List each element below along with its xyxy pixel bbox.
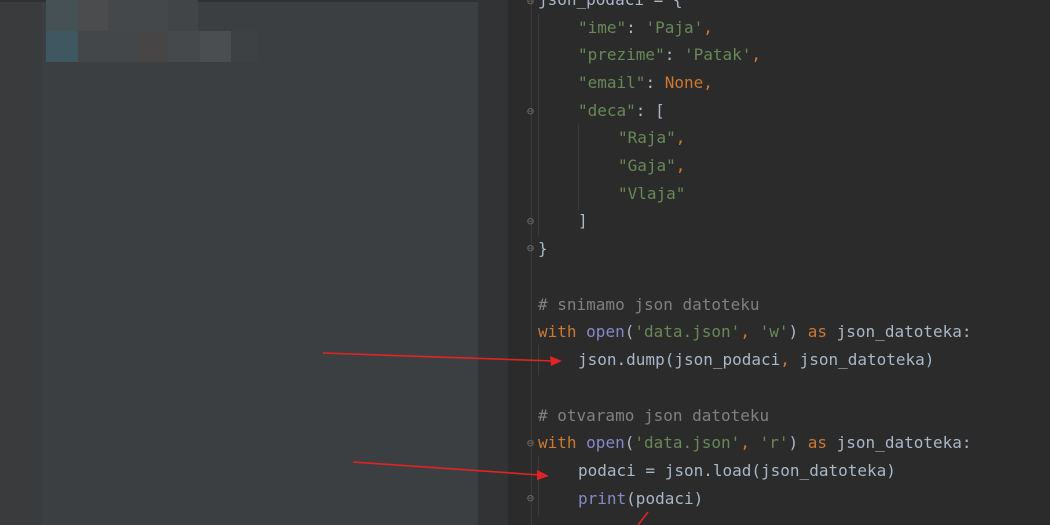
annotation-arrows [322, 352, 649, 525]
arrow-to-dump [322, 352, 562, 366]
arrow-partial [637, 511, 649, 525]
arrow-to-load [352, 461, 549, 480]
